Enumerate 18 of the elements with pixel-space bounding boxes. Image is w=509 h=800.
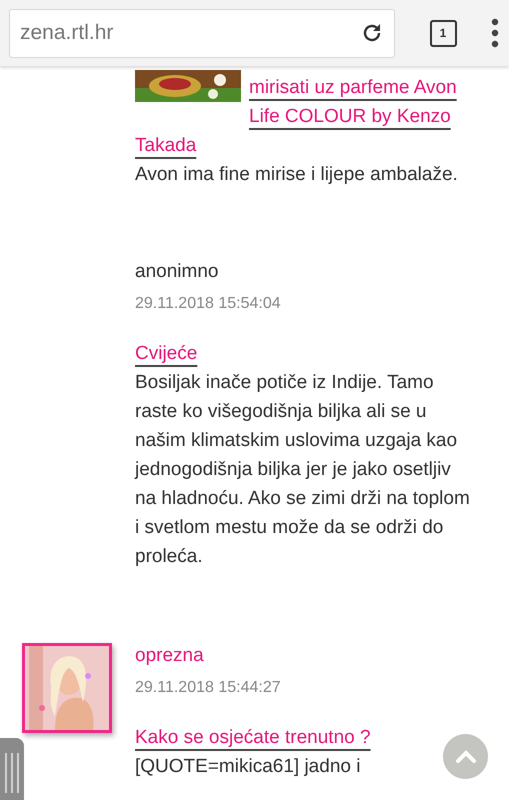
article-link[interactable]: Life COLOUR by Kenzo xyxy=(249,106,451,127)
address-bar[interactable]: zena.rtl.hr xyxy=(9,8,395,58)
topic-link[interactable]: Kako se osjećate trenutno ? xyxy=(135,727,371,748)
post-date: 29.11.2018 15:44:27 xyxy=(135,678,282,698)
comment-text: Bosiljak inače potiče iz Indije. Tamo raste ko višegodišnja biljka ali se u našim klimatskim uslovima uzgaja kao jednogodišnja biljka jer je jako osetljiv na hladnoću. Ako se zimi drži na toplom i svetlom mestu može da se održi do proleća. xyxy=(135,371,471,569)
comment-text: Avon ima fine mirise i lijepe ambalaže. xyxy=(135,163,459,187)
comment-text: [QUOTE=mikica61] jadno i xyxy=(135,755,360,779)
chevron-up-icon xyxy=(454,750,476,764)
article-link[interactable]: Takada xyxy=(135,131,196,160)
menu-icon[interactable] xyxy=(491,18,499,48)
topic-link[interactable]: Cvijeće xyxy=(135,343,198,364)
url-text: zena.rtl.hr xyxy=(20,20,114,46)
tab-count-button[interactable]: 1 xyxy=(430,20,456,46)
article-link[interactable]: mirisati uz parfeme Avon xyxy=(249,73,457,102)
author-name: anonimno xyxy=(135,260,220,284)
author-name: oprezna xyxy=(135,644,205,668)
post-date: 29.11.2018 15:54:04 xyxy=(135,294,282,314)
side-handle[interactable] xyxy=(0,738,24,800)
